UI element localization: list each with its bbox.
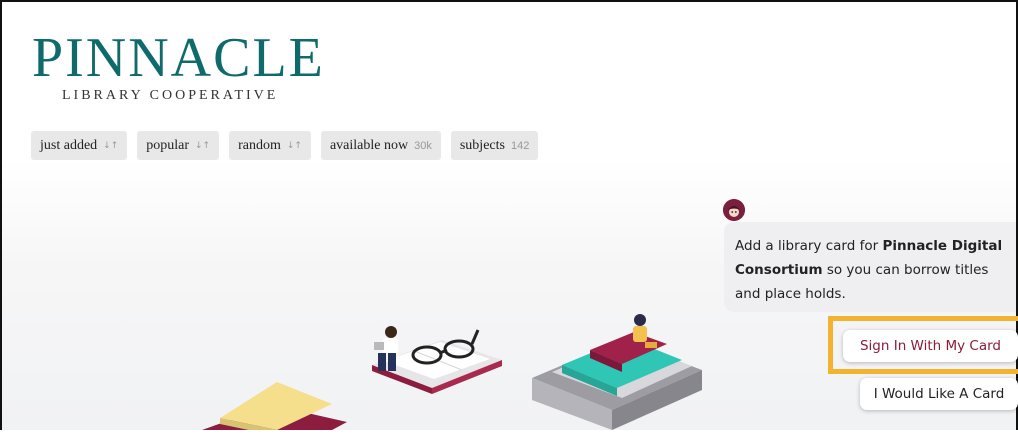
tab-count: 30k [414, 139, 432, 152]
request-card-button[interactable]: I Would Like A Card [860, 378, 1018, 410]
sort-icon: ↓↑ [195, 140, 211, 151]
tab-just-added[interactable]: just added ↓↑ [31, 131, 128, 160]
tab-subjects[interactable]: subjects 142 [450, 131, 539, 160]
tab-available-now[interactable]: available now 30k [320, 131, 441, 160]
tab-random[interactable]: random ↓↑ [229, 131, 311, 160]
logo-subtitle: LIBRARY COOPERATIVE [62, 88, 279, 103]
tab-label: just added [40, 137, 98, 153]
library-card-prompt: Add a library card for Pinnacle Digital … [724, 222, 1016, 312]
prompt-text-before: Add a library card for [735, 238, 883, 254]
assistant-avatar-icon [723, 199, 745, 221]
tab-label: random [238, 137, 281, 153]
tab-popular[interactable]: popular ↓↑ [137, 131, 220, 160]
tab-label: available now [329, 137, 409, 153]
sort-icon: ↓↑ [286, 140, 302, 151]
tab-label: popular [146, 137, 190, 153]
collection-tabs: just added ↓↑ popular ↓↑ random ↓↑ avail… [31, 131, 539, 160]
logo-title: PINNACLE [32, 27, 325, 89]
library-logo[interactable]: PINNACLE LIBRARY COOPERATIVE [32, 30, 325, 104]
sign-in-with-card-button[interactable]: Sign In With My Card [843, 330, 1018, 362]
sort-icon: ↓↑ [103, 140, 119, 151]
tab-label: subjects [459, 137, 505, 153]
tab-count: 142 [510, 139, 530, 152]
